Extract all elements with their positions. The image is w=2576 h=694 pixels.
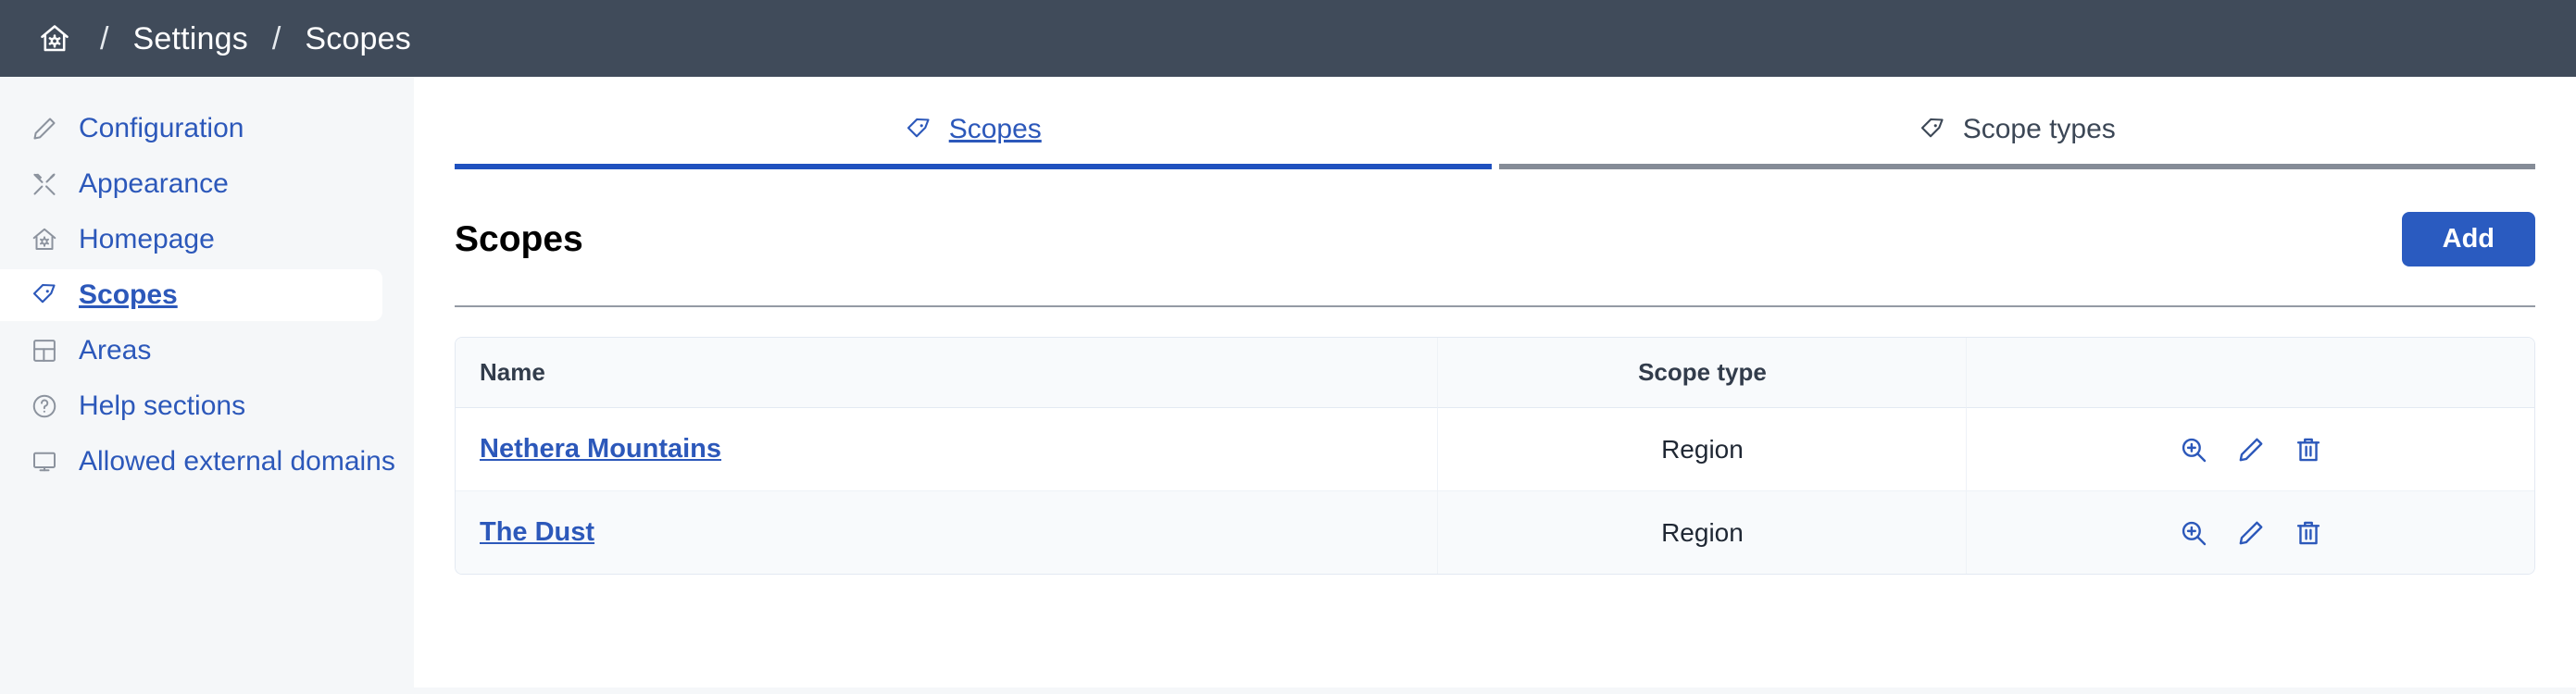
pencil-icon [31,115,68,143]
settings-sidebar: Configuration Appearance [0,77,414,694]
sidebar-item-label: Help sections [79,392,245,420]
sidebar-item-appearance[interactable]: Appearance [0,158,414,210]
question-circle-icon [31,392,68,420]
cell-scope-type: Region [1437,408,1967,491]
table-body: Nethera Mountains Region [456,408,2534,574]
home-gear-icon [31,226,68,254]
zoom-in-icon[interactable] [2179,518,2208,548]
tab-scopes[interactable]: Scopes [455,116,1492,169]
table-row: Nethera Mountains Region [456,408,2534,491]
cell-name: Nethera Mountains [456,408,1437,491]
sidebar-item-help-sections[interactable]: Help sections [0,380,414,432]
page-title: Scopes [455,221,583,257]
scope-link[interactable]: Nethera Mountains [480,434,721,464]
column-header-scope-type: Scope type [1437,338,1967,408]
tab-scope-types[interactable]: Scope types [1499,116,2536,169]
cell-scope-type: Region [1437,491,1967,574]
breadcrumb-separator-2: / [272,23,281,55]
tab-bar: Scopes Scope types [455,77,2535,169]
breadcrumb-bar: / Settings / Scopes [0,0,2576,77]
content-panel: Scopes Scope types Scopes Add [414,77,2576,688]
sidebar-item-homepage[interactable]: Homepage [0,214,414,266]
tag-icon [905,116,932,143]
home-gear-icon[interactable] [33,18,76,60]
sidebar-item-label: Areas [79,337,151,365]
column-header-name: Name [456,338,1437,408]
sidebar-item-label: Configuration [79,115,244,143]
scopes-table-container: Name Scope type Nethera Mountains Region [455,307,2535,575]
row-actions [1987,435,2514,465]
cell-actions [1967,491,2534,574]
section-header: Scopes Add [455,169,2535,307]
add-button[interactable]: Add [2402,212,2535,266]
trash-icon[interactable] [2294,518,2323,548]
sidebar-item-configuration[interactable]: Configuration [0,103,414,155]
breadcrumb-item-scopes[interactable]: Scopes [305,23,411,55]
table-header-row: Name Scope type [456,338,2534,408]
tag-icon [1919,116,1946,143]
trash-icon[interactable] [2294,435,2323,465]
pencil-icon[interactable] [2236,518,2266,548]
zoom-in-icon[interactable] [2179,435,2208,465]
cell-actions [1967,408,2534,491]
page-body: Configuration Appearance [0,77,2576,694]
row-actions [1987,518,2514,548]
breadcrumb-item-settings[interactable]: Settings [132,23,247,55]
tag-icon [31,281,68,309]
sidebar-item-scopes[interactable]: Scopes [0,269,382,321]
sidebar-item-label: Scopes [79,281,178,309]
sidebar-item-label: Allowed external domains [79,448,395,476]
sidebar-item-areas[interactable]: Areas [0,325,414,377]
sidebar-item-allowed-external-domains[interactable]: Allowed external domains [0,436,414,488]
tab-label: Scopes [949,116,1042,143]
scopes-table: Name Scope type Nethera Mountains Region [455,337,2535,575]
tools-icon [31,170,68,198]
pencil-icon[interactable] [2236,435,2266,465]
cell-name: The Dust [456,491,1437,574]
monitor-icon [31,448,68,476]
tab-label: Scope types [1963,116,2116,143]
column-header-actions [1967,338,2534,408]
scope-link[interactable]: The Dust [480,517,594,547]
grid-icon [31,337,68,365]
breadcrumb-separator-1: / [100,23,108,55]
table-head: Name Scope type [456,338,2534,408]
table-row: The Dust Region [456,491,2534,574]
sidebar-item-label: Appearance [79,170,229,198]
sidebar-item-label: Homepage [79,226,215,254]
